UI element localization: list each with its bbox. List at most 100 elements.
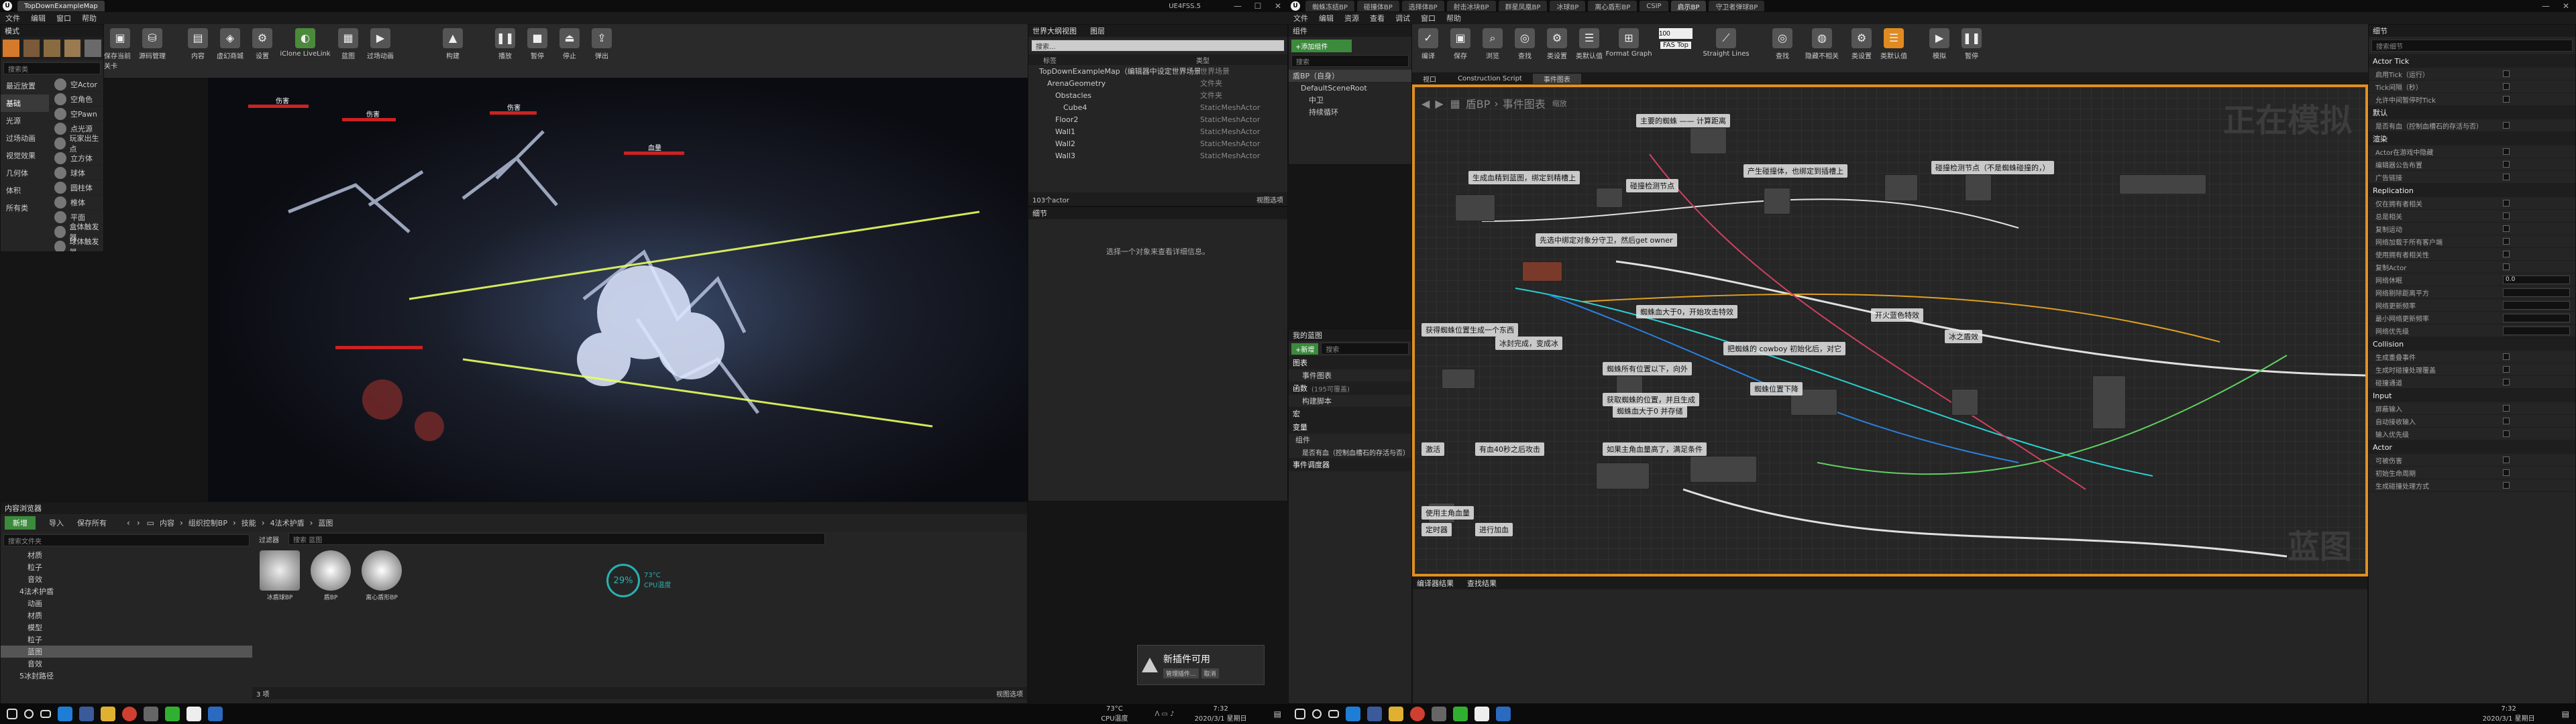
details-section-header[interactable]: 渲染 — [2369, 132, 2575, 145]
section-functions[interactable]: 函数 (195可覆盖) — [1289, 381, 1411, 395]
my-blueprint-search-input[interactable]: 搜索 — [1321, 343, 1409, 355]
settings-button[interactable]: ⚙ 设置 — [246, 24, 278, 60]
property-checkbox[interactable] — [2503, 161, 2510, 168]
graph-comment[interactable]: 使用主角血量 — [1421, 506, 1474, 520]
level-tab[interactable]: TopDownExampleMap — [17, 1, 105, 11]
asset-tile[interactable]: 冰盾球BP — [256, 550, 303, 601]
task-view-icon[interactable] — [1328, 710, 1339, 718]
property-value-field[interactable] — [2503, 313, 2570, 322]
breadcrumb-item[interactable]: 蓝图 — [318, 518, 333, 528]
graph-comment[interactable]: 蜘蛛血大于0，开始攻击特效 — [1636, 305, 1737, 318]
class-defaults-button-2[interactable]: ☰ 类默认值 — [1878, 24, 1910, 60]
folder-item[interactable]: 音效 — [1, 658, 252, 670]
cb-view-options[interactable]: 视图选项 — [996, 688, 1023, 699]
folder-search-input[interactable]: 搜索文件夹 — [3, 534, 250, 546]
format-graph-button[interactable]: ⊞ Format Graph — [1605, 24, 1652, 58]
app-icon[interactable] — [208, 707, 223, 721]
find-button[interactable]: ◎ 查找 — [1509, 24, 1541, 60]
menu-window[interactable]: 窗口 — [51, 13, 76, 23]
graph-comment[interactable]: 蜘蛛血大于0 并存储 — [1613, 404, 1687, 418]
blueprint-node[interactable] — [1764, 188, 1790, 215]
search-icon[interactable] — [1312, 709, 1322, 719]
cat-cinematic[interactable]: 过场动画 — [1, 129, 49, 147]
asset-tab[interactable]: 选择体BP — [1401, 1, 1444, 11]
menu-debug[interactable]: 调试 — [1390, 13, 1415, 23]
graph-comment[interactable]: 获得蜘蛛位置生成一个东西 — [1421, 323, 1518, 337]
pause-button[interactable]: ❚❚ 暂停 — [1955, 24, 1988, 60]
app-icon[interactable] — [1496, 707, 1511, 721]
outliner-tab[interactable]: 世界大纲视图 — [1032, 25, 1077, 36]
asset-tab[interactable]: 守卫者弹球BP — [1709, 1, 1765, 11]
place-item[interactable]: 椎体 — [49, 195, 103, 210]
notification-center-icon[interactable]: ▤ — [2562, 709, 2569, 719]
add-new-button[interactable]: +新增 — [1291, 343, 1319, 355]
place-item[interactable]: 圆柱体 — [49, 180, 103, 195]
asset-tab[interactable]: CSIP — [1640, 1, 1668, 11]
edge-icon[interactable] — [1346, 707, 1360, 721]
component-item[interactable]: DefaultSceneRoot — [1289, 82, 1411, 94]
graph-comment[interactable]: 进行加血 — [1475, 523, 1513, 536]
save-all-button[interactable]: 保存所有 — [70, 518, 113, 528]
breadcrumb-item[interactable]: 内容 — [160, 518, 174, 528]
component-root[interactable]: 盾BP（自身） — [1289, 70, 1411, 82]
property-checkbox[interactable] — [2503, 83, 2510, 90]
property-checkbox[interactable] — [2503, 238, 2510, 245]
minimize-icon[interactable]: — — [1228, 1, 1248, 11]
blueprint-node[interactable] — [2119, 174, 2206, 194]
forward-icon[interactable]: › — [137, 518, 140, 528]
asset-tab[interactable]: 冰球BP — [1550, 1, 1586, 11]
clock[interactable]: 7:32 2020/3/1 星期日 — [2483, 705, 2535, 723]
graph-comment[interactable]: 产生碰撞体，也绑定到插槽上 — [1743, 164, 1847, 178]
graph-comment[interactable]: 蜘蛛位置下降 — [1750, 382, 1803, 396]
property-checkbox[interactable] — [2503, 418, 2510, 424]
browse-button[interactable]: ⌕ 浏览 — [1477, 24, 1509, 60]
section-event-dispatchers[interactable]: 事件调度器 — [1289, 458, 1411, 471]
place-item[interactable]: 空角色 — [49, 92, 103, 107]
blueprint-node[interactable] — [2092, 375, 2126, 429]
wechat-icon[interactable] — [165, 707, 180, 721]
folder-item[interactable]: 5冰封路径 — [1, 670, 252, 682]
details-section-header[interactable]: Actor — [2369, 440, 2575, 454]
graph-comment[interactable]: 冰封完成，变成冰 — [1495, 337, 1562, 350]
viewport-tab[interactable]: 视口 — [1412, 74, 1447, 84]
cat-lights[interactable]: 光源 — [1, 112, 49, 129]
blueprint-node[interactable] — [1690, 456, 1757, 483]
class-defaults-button[interactable]: ☰ 类默认值 — [1573, 24, 1605, 60]
cat-all[interactable]: 所有类 — [1, 199, 49, 217]
component-search-input[interactable]: 搜索 — [1291, 55, 1409, 67]
details-section-header[interactable]: Actor Tick — [2369, 54, 2575, 68]
store-icon[interactable] — [79, 707, 94, 721]
cat-basic[interactable]: 基础 — [1, 95, 49, 112]
asset-tab[interactable]: 离心盾形BP — [1588, 1, 1638, 11]
asset-search-input[interactable]: 搜索 蓝图 — [288, 533, 825, 545]
construction-script-tab[interactable]: Construction Script — [1447, 75, 1533, 82]
class-settings-button-2[interactable]: ⚙ 类设置 — [1845, 24, 1878, 60]
compile-button[interactable]: ✓ 编译 — [1412, 24, 1444, 60]
property-checkbox[interactable] — [2503, 430, 2510, 437]
simulate-button[interactable]: ▶ 模拟 — [1923, 24, 1955, 60]
straight-lines-button[interactable]: ⟋ Straight Lines — [1699, 24, 1753, 58]
chrome-icon[interactable] — [1410, 707, 1425, 721]
graph-comment[interactable]: 碰撞检测节点（不是蜘蛛碰撞的，） — [1931, 161, 2054, 174]
game-viewport[interactable]: 伤害 伤害 伤害 血量 — [208, 78, 1028, 501]
place-item[interactable]: 空Actor — [49, 77, 103, 92]
outliner-row[interactable]: Wall3 StaticMeshActor — [1028, 149, 1287, 162]
breadcrumb-item[interactable]: 技能 — [241, 518, 256, 528]
blueprint-node[interactable] — [1596, 463, 1650, 489]
build-button[interactable]: ▲ 构建 — [437, 24, 469, 60]
explorer-icon[interactable] — [101, 707, 115, 721]
property-checkbox[interactable] — [2503, 366, 2510, 373]
property-checkbox[interactable] — [2503, 148, 2510, 155]
place-item[interactable]: 空Pawn — [49, 107, 103, 121]
outliner-view-options[interactable]: 视图选项 — [1256, 194, 1283, 204]
task-view-icon[interactable] — [40, 710, 51, 718]
zoom-input[interactable] — [1659, 28, 1693, 39]
property-checkbox[interactable] — [2503, 174, 2510, 180]
property-checkbox[interactable] — [2503, 469, 2510, 476]
graph-comment[interactable]: 冰之盾效 — [1945, 330, 1982, 343]
section-variables[interactable]: 变量 — [1289, 420, 1411, 434]
geometry-mode-icon[interactable] — [85, 40, 101, 57]
graph-comment[interactable]: 碰撞检测节点 — [1626, 179, 1678, 192]
windows-start-icon[interactable] — [1295, 709, 1305, 719]
event-graph-tab[interactable]: 事件图表 — [1532, 73, 1581, 84]
